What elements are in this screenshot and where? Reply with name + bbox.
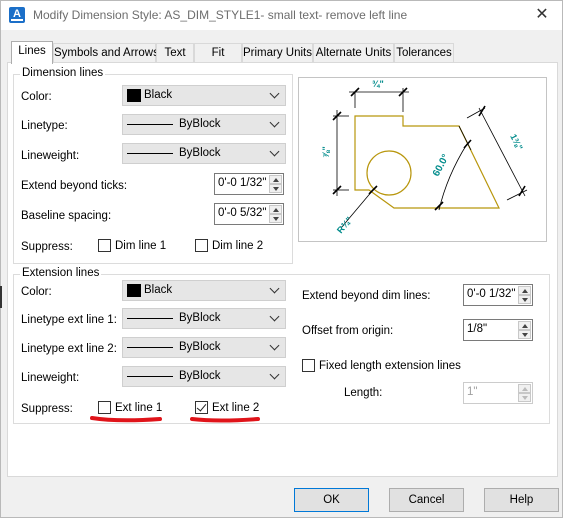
fixed-length-label[interactable]: Fixed length extension lines [319, 360, 461, 372]
tab-primary-units[interactable]: Primary Units [242, 43, 313, 63]
extend-beyond-dim-lines-value: 0'-0 1/32" [467, 288, 516, 300]
chevron-down-icon [270, 119, 280, 129]
preview-dim-angle: 60.0° [431, 153, 452, 179]
dim-line-2-checkbox[interactable] [195, 239, 208, 252]
spin-down-icon[interactable] [518, 330, 531, 339]
extend-beyond-dim-lines-label: Extend beyond dim lines: [302, 290, 431, 302]
preview-dim-right: 1⅜" [508, 132, 525, 151]
fixed-length-checkbox[interactable] [302, 359, 315, 372]
autocad-app-icon: A [9, 7, 25, 23]
ok-button[interactable]: OK [294, 488, 369, 512]
offset-from-origin-input[interactable]: 1/8" [463, 319, 533, 341]
dimension-preview: ¾" ⅞" 1⅜" 60.0° R¾" [298, 77, 547, 242]
extension-lines-group-label: Extension lines [20, 267, 102, 279]
spin-up-icon [518, 384, 531, 393]
linetype-ext-line-1-label: Linetype ext line 1: [21, 314, 117, 326]
preview-drawing: ¾" ⅞" 1⅜" 60.0° R¾" [321, 79, 528, 235]
preview-dim-radius: R¾" [335, 215, 354, 235]
linetype-ext-line-1-select[interactable]: ByBlock [122, 308, 286, 329]
dim-lineweight-select[interactable]: ByBlock [122, 143, 286, 164]
chevron-down-icon [270, 148, 280, 158]
red-underline-ext-line-2 [190, 417, 260, 423]
spin-up-icon[interactable] [269, 205, 282, 214]
length-label: Length: [344, 387, 383, 399]
linetype-ext-line-2-value: ByBlock [179, 341, 221, 353]
spin-up-icon[interactable] [518, 286, 531, 295]
dim-color-value: Black [144, 89, 173, 101]
chevron-down-icon [270, 342, 280, 352]
length-value: 1" [467, 386, 478, 398]
preview-dim-left: ⅞" [321, 146, 331, 158]
baseline-spacing-label: Baseline spacing: [21, 210, 112, 222]
ext-lineweight-value: ByBlock [179, 370, 221, 382]
dim-line-2-label[interactable]: Dim line 2 [212, 240, 263, 252]
linetype-ext-line-2-select[interactable]: ByBlock [122, 337, 286, 358]
extend-beyond-ticks-input[interactable]: 0'-0 1/32" [214, 173, 284, 195]
spin-up-icon[interactable] [518, 321, 531, 330]
dim-lineweight-value: ByBlock [179, 147, 221, 159]
tab-text[interactable]: Text [156, 43, 194, 63]
ext-color-select[interactable]: Black [122, 280, 286, 301]
lineweight-sample [127, 153, 173, 154]
dim-linetype-select[interactable]: ByBlock [122, 114, 286, 135]
close-icon[interactable]: ✕ [532, 5, 552, 25]
extend-beyond-dim-lines-input[interactable]: 0'-0 1/32" [463, 284, 533, 306]
dim-line-1-label[interactable]: Dim line 1 [115, 240, 166, 252]
dim-lineweight-label: Lineweight: [21, 150, 80, 162]
chevron-down-icon [270, 371, 280, 381]
title-bar[interactable]: A Modify Dimension Style: AS_DIM_STYLE1-… [1, 1, 562, 30]
window-title: Modify Dimension Style: AS_DIM_STYLE1- s… [33, 8, 408, 22]
tab-tolerances[interactable]: Tolerances [394, 43, 454, 63]
color-swatch [127, 284, 141, 297]
linetype-ext-line-2-label: Linetype ext line 2: [21, 343, 117, 355]
linetype-sample [127, 347, 173, 348]
baseline-spacing-input[interactable]: 0'-0 5/32" [214, 203, 284, 225]
linetype-ext-line-1-value: ByBlock [179, 312, 221, 324]
ext-color-label: Color: [21, 286, 52, 298]
red-underline-ext-line-1 [90, 416, 162, 423]
tab-symbols-and-arrows[interactable]: Symbols and Arrows [53, 43, 159, 63]
linetype-sample [127, 124, 173, 125]
dim-linetype-value: ByBlock [179, 118, 221, 130]
tab-alternate-units[interactable]: Alternate Units [313, 43, 394, 63]
tab-lines[interactable]: Lines [11, 41, 53, 64]
spin-down-icon[interactable] [518, 295, 531, 304]
spin-down-icon [518, 393, 531, 402]
offset-from-origin-value: 1/8" [467, 323, 488, 335]
linetype-sample [127, 318, 173, 319]
lineweight-sample [127, 376, 173, 377]
dim-linetype-label: Linetype: [21, 120, 68, 132]
cancel-button[interactable]: Cancel [389, 488, 464, 512]
chevron-down-icon [270, 285, 280, 295]
help-button[interactable]: Help [484, 488, 559, 512]
spin-down-icon[interactable] [269, 214, 282, 223]
dimension-lines-group-label: Dimension lines [20, 67, 106, 79]
dim-color-select[interactable]: Black [122, 85, 286, 106]
spin-up-icon[interactable] [269, 175, 282, 184]
chevron-down-icon [270, 90, 280, 100]
color-swatch [127, 89, 141, 102]
window-edge-marker [0, 286, 2, 308]
ext-lineweight-select[interactable]: ByBlock [122, 366, 286, 387]
part-outline [354, 115, 500, 209]
spin-down-icon[interactable] [269, 184, 282, 193]
ext-lineweight-label: Lineweight: [21, 372, 80, 384]
dim-color-label: Color: [21, 91, 52, 103]
ext-color-value: Black [144, 284, 173, 296]
offset-from-origin-label: Offset from origin: [302, 325, 394, 337]
dim-line-1-checkbox[interactable] [98, 239, 111, 252]
length-input[interactable]: 1" [463, 382, 533, 404]
extend-beyond-ticks-value: 0'-0 1/32" [218, 177, 267, 189]
chevron-down-icon [270, 313, 280, 323]
baseline-spacing-value: 0'-0 5/32" [218, 207, 267, 219]
dim-suppress-label: Suppress: [21, 241, 73, 253]
extend-beyond-ticks-label: Extend beyond ticks: [21, 180, 128, 192]
ext-suppress-label: Suppress: [21, 403, 73, 415]
dialog-window: A Modify Dimension Style: AS_DIM_STYLE1-… [0, 0, 563, 518]
lines-tab-panel: Dimension lines Color: Black Linetype: B… [7, 62, 558, 477]
tab-fit[interactable]: Fit [194, 43, 242, 63]
preview-dim-top: ¾" [372, 79, 384, 89]
